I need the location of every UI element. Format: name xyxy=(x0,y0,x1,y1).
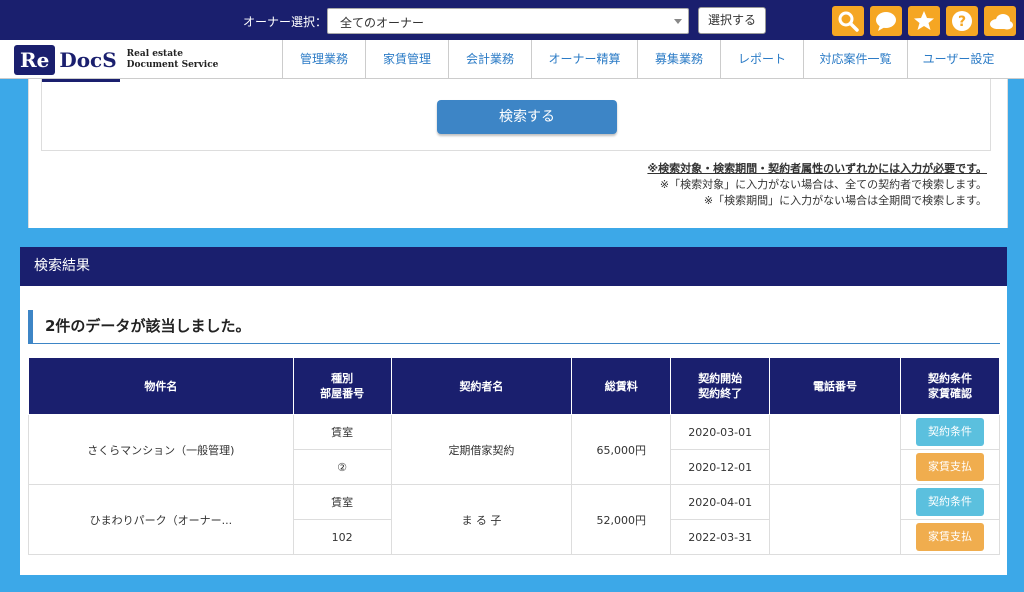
col-header-period[interactable]: 契約開始 契約終了 xyxy=(670,357,771,415)
cell-room: 102 xyxy=(292,519,392,555)
logo-subtitle: Real estate Document Service xyxy=(127,49,219,71)
main-nav: Re DocS Real estate Document Service 管理業… xyxy=(0,40,1024,79)
col-header-room: 部屋番号 xyxy=(320,387,365,400)
cell-start: 2020-04-01 xyxy=(670,484,771,520)
col-header-type: 種別 xyxy=(331,372,354,385)
cell-property: さくらマンション（一般管理) xyxy=(28,414,294,485)
cell-contractor: ま る 子 xyxy=(390,484,573,555)
cell-type: 賃室 xyxy=(292,414,392,450)
col-header-rent-check: 家賃確認 xyxy=(927,387,972,400)
cell-start: 2020-03-01 xyxy=(670,414,771,450)
top-bar: オーナー選択： 全てのオーナー 選択する ? xyxy=(0,0,1024,40)
cell-contractor: 定期借家契約 xyxy=(390,414,573,485)
rent-payment-button[interactable]: 家賃支払 xyxy=(915,453,984,481)
cell-pay: 家賃支払 xyxy=(899,449,1001,485)
contract-terms-button[interactable]: 契約条件 xyxy=(915,488,984,516)
nav-item-cases[interactable]: 対応案件一覧 xyxy=(803,40,907,79)
nav-item-management[interactable]: 管理業務 xyxy=(282,40,365,79)
search-note-target: ※「検索対象」に入力がない場合は、全ての契約者で検索します。 xyxy=(659,178,987,191)
logo[interactable]: Re DocS Real estate Document Service xyxy=(14,44,218,75)
search-panel: 検索する ※検索対象・検索期間・契約者属性のいずれかには入力が必要です。 ※「検… xyxy=(28,79,1008,228)
table-header-row: 物件名 種別部屋番号 契約者名 総賃料 契約開始契約終了 電話番号 契約条件家賃… xyxy=(28,357,1001,415)
col-header-rent[interactable]: 総賃料 xyxy=(571,357,672,415)
owner-select-label: オーナー選択： xyxy=(243,15,328,29)
logo-re: Re xyxy=(14,44,56,75)
cloud-icon[interactable] xyxy=(984,6,1016,36)
logo-docs: DocS xyxy=(59,47,117,72)
search-button[interactable]: 検索する xyxy=(437,100,617,134)
col-header-phone[interactable]: 電話番号 xyxy=(769,357,901,415)
col-header-end: 契約終了 xyxy=(698,387,743,400)
logo-subtitle-line1: Real estate xyxy=(126,48,183,59)
chat-icon[interactable] xyxy=(870,6,902,36)
owner-select[interactable]: 全てのオーナー xyxy=(327,8,689,34)
cell-end: 2022-03-31 xyxy=(670,519,771,555)
cell-phone xyxy=(769,414,901,485)
col-header-type-room[interactable]: 種別 部屋番号 xyxy=(292,357,392,415)
nav-item-rent[interactable]: 家賃管理 xyxy=(365,40,448,79)
col-header-actions: 契約条件 家賃確認 xyxy=(899,357,1001,415)
nav-item-accounting[interactable]: 会計業務 xyxy=(448,40,531,79)
rent-payment-button[interactable]: 家賃支払 xyxy=(915,523,984,551)
contract-terms-button[interactable]: 契約条件 xyxy=(915,418,984,446)
cell-end: 2020-12-01 xyxy=(670,449,771,485)
table-row: ひまわりパーク（オーナー... 賃室 ま る 子 52,000円 2020-04… xyxy=(28,484,1001,555)
search-note-required: ※検索対象・検索期間・契約者属性のいずれかには入力が必要です。 xyxy=(647,162,987,175)
cell-rent: 52,000円 xyxy=(571,484,672,555)
results-table: 物件名 種別 部屋番号 契約者名 総賃料 契約開始 契約終了 電話番号 契約条件 家賃… xyxy=(28,357,1001,555)
search-form-box: 検索する xyxy=(41,79,991,151)
table-row: さくらマンション（一般管理) 賃室 定期借家契約 65,000円 2020-03… xyxy=(28,414,1001,485)
search-note-period: ※「検索期間」に入力がない場合は全期間で検索します。 xyxy=(703,194,987,207)
select-owner-button[interactable]: 選択する xyxy=(698,7,766,34)
nav-item-owner-settlement[interactable]: オーナー精算 xyxy=(531,40,637,79)
col-header-cond: 契約条件 xyxy=(927,372,972,385)
cell-cond: 契約条件 xyxy=(899,414,1001,450)
cell-type: 賃室 xyxy=(292,484,392,520)
owner-select-value: 全てのオーナー xyxy=(340,16,425,30)
nav-item-report[interactable]: レポート xyxy=(720,40,803,79)
cell-phone xyxy=(769,484,901,555)
col-header-start: 契約開始 xyxy=(698,372,743,385)
logo-subtitle-line2: Document Service xyxy=(126,59,219,70)
star-icon[interactable] xyxy=(908,6,940,36)
cell-property: ひまわりパーク（オーナー... xyxy=(28,484,294,555)
search-notes: ※検索対象・検索期間・契約者属性のいずれかには入力が必要です。 ※「検索対象」に… xyxy=(647,161,987,209)
help-icon[interactable]: ? xyxy=(946,6,978,36)
cell-cond: 契約条件 xyxy=(899,484,1001,520)
chevron-down-icon xyxy=(674,19,682,24)
nav-item-user-settings[interactable]: ユーザー設定 xyxy=(907,40,1009,79)
nav-item-recruitment[interactable]: 募集業務 xyxy=(637,40,720,79)
col-header-contractor[interactable]: 契約者名 xyxy=(390,357,573,415)
col-header-property[interactable]: 物件名 xyxy=(28,357,294,415)
tab-indicator xyxy=(42,79,120,82)
search-icon[interactable] xyxy=(832,6,864,36)
svg-text:?: ? xyxy=(958,14,966,30)
results-section: 検索結果 2件のデータが該当しました。 物件名 種別部屋番号 契約者名 総賃料 … xyxy=(20,247,1007,575)
cell-rent: 65,000円 xyxy=(571,414,672,485)
result-count: 2件のデータが該当しました。 xyxy=(28,310,1000,344)
results-header: 検索結果 xyxy=(20,247,1007,286)
cell-room: ② xyxy=(292,449,392,485)
cell-pay: 家賃支払 xyxy=(899,519,1001,555)
